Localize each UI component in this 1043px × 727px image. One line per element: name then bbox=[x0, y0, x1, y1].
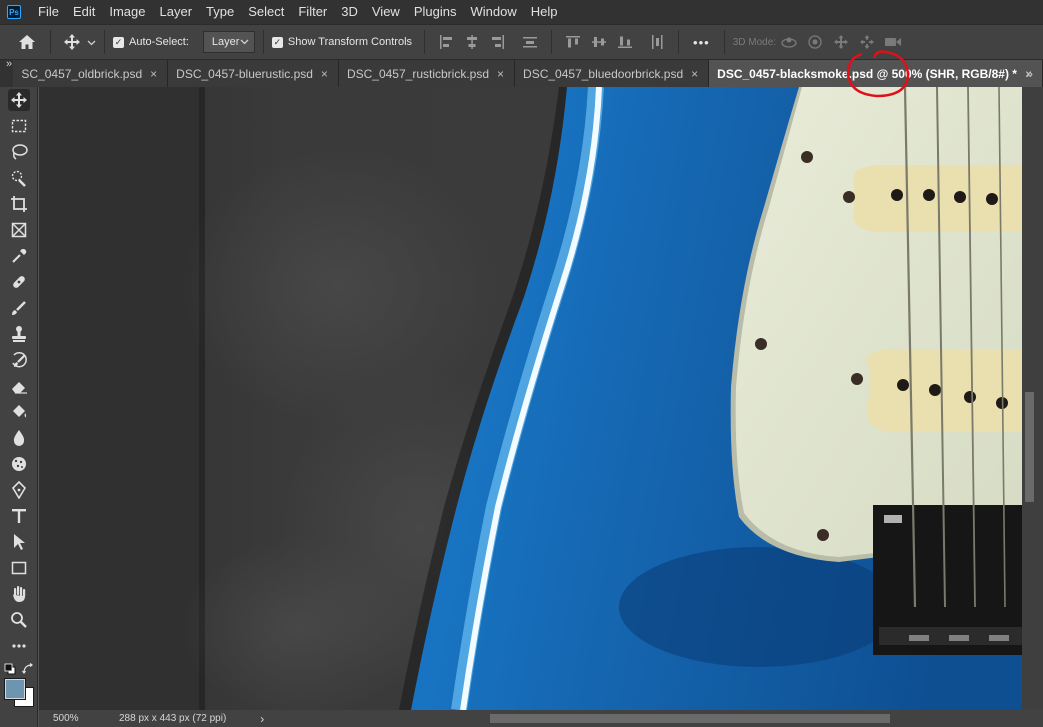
auto-select-label: Auto-Select: bbox=[129, 36, 189, 48]
sponge-tool-icon[interactable] bbox=[8, 453, 30, 475]
menu-file[interactable]: File bbox=[31, 0, 66, 24]
divider bbox=[723, 30, 725, 54]
show-transform-controls-label: Show Transform Controls bbox=[287, 36, 413, 48]
align-horizontal-center-icon[interactable] bbox=[459, 29, 485, 55]
default-colors-icon[interactable] bbox=[4, 663, 16, 675]
document-tab[interactable]: DSC_0457-bluerustic.psd × bbox=[168, 60, 339, 87]
vertical-scrollbar[interactable] bbox=[1022, 87, 1043, 710]
menu-bar: Ps File Edit Image Layer Type Select Fil… bbox=[0, 0, 1043, 24]
3d-mode-label: 3D Mode: bbox=[732, 36, 777, 48]
menu-plugins[interactable]: Plugins bbox=[407, 0, 464, 24]
distribute-vertical-icon[interactable] bbox=[517, 29, 543, 55]
horizontal-scrollbar[interactable] bbox=[320, 713, 1043, 724]
align-top-icon[interactable] bbox=[560, 29, 586, 55]
chevron-down-icon[interactable] bbox=[87, 35, 96, 49]
blur-tool-icon[interactable] bbox=[8, 427, 30, 449]
move-tool-preset-icon[interactable] bbox=[59, 29, 85, 55]
panel-collapse-area: » bbox=[0, 58, 13, 87]
menu-window[interactable]: Window bbox=[463, 0, 523, 24]
document-tab[interactable]: SC_0457_oldbrick.psd × bbox=[13, 60, 169, 87]
auto-select-target-dropdown[interactable]: Layer bbox=[202, 31, 255, 53]
divider bbox=[262, 30, 264, 54]
edit-toolbar-icon[interactable] bbox=[8, 635, 30, 657]
auto-select-checkbox[interactable]: ✓ bbox=[113, 36, 124, 48]
type-tool-icon[interactable] bbox=[8, 505, 30, 527]
zoom-tool-icon[interactable] bbox=[8, 609, 30, 631]
tabs-overflow-button[interactable]: » bbox=[1026, 60, 1033, 87]
divider bbox=[104, 30, 105, 54]
3d-roll-icon[interactable] bbox=[802, 29, 828, 55]
distribute-horizontal-icon[interactable] bbox=[644, 29, 670, 55]
marquee-tool-icon[interactable] bbox=[8, 115, 30, 137]
tools-panel bbox=[0, 87, 38, 727]
tab-label: DSC_0457_rusticbrick.psd bbox=[346, 66, 490, 81]
healing-brush-tool-icon[interactable] bbox=[8, 271, 30, 293]
show-transform-controls-checkbox[interactable]: ✓ bbox=[271, 36, 283, 48]
align-right-icon[interactable] bbox=[485, 29, 511, 55]
menu-select[interactable]: Select bbox=[241, 0, 291, 24]
hand-tool-icon[interactable] bbox=[8, 583, 30, 605]
document-tab[interactable]: DSC_0457_rusticbrick.psd × bbox=[338, 60, 516, 87]
brush-tool-icon[interactable] bbox=[8, 297, 30, 319]
menu-filter[interactable]: Filter bbox=[291, 0, 334, 24]
align-bottom-icon[interactable] bbox=[612, 29, 638, 55]
clone-stamp-tool-icon[interactable] bbox=[8, 323, 30, 345]
document-canvas[interactable] bbox=[39, 87, 1022, 710]
menu-view[interactable]: View bbox=[365, 0, 407, 24]
swap-colors-icon[interactable] bbox=[22, 663, 34, 675]
vertical-scroll-thumb[interactable] bbox=[1025, 392, 1034, 502]
path-selection-tool-icon[interactable] bbox=[8, 531, 30, 553]
tab-label: DSC_0457-bluerustic.psd bbox=[176, 66, 313, 81]
tab-label: DSC_0457_bluedoorbrick.psd bbox=[523, 66, 684, 81]
canvas-image bbox=[39, 87, 1022, 710]
menu-help[interactable]: Help bbox=[524, 0, 565, 24]
rectangle-tool-icon[interactable] bbox=[8, 557, 30, 579]
divider bbox=[678, 30, 680, 54]
tab-close-icon[interactable]: × bbox=[691, 67, 698, 81]
lasso-tool-icon[interactable] bbox=[8, 141, 30, 163]
document-tab[interactable]: DSC_0457_bluedoorbrick.psd × bbox=[515, 60, 710, 87]
align-left-icon[interactable] bbox=[433, 29, 459, 55]
eyedropper-tool-icon[interactable] bbox=[8, 245, 30, 267]
divider bbox=[424, 30, 426, 54]
divider bbox=[551, 30, 553, 54]
move-tool-icon[interactable] bbox=[8, 89, 30, 111]
tab-close-icon[interactable]: × bbox=[150, 67, 157, 81]
home-icon[interactable] bbox=[14, 29, 40, 55]
zoom-level[interactable]: 500% bbox=[53, 713, 105, 724]
paint-bucket-tool-icon[interactable] bbox=[8, 401, 30, 423]
eraser-tool-icon[interactable] bbox=[8, 375, 30, 397]
frame-tool-icon[interactable] bbox=[8, 219, 30, 241]
pen-tool-icon[interactable] bbox=[8, 479, 30, 501]
3d-orbit-icon[interactable] bbox=[776, 29, 802, 55]
align-vertical-center-icon[interactable] bbox=[586, 29, 612, 55]
collapse-panel-button[interactable]: » bbox=[6, 58, 12, 70]
menu-type[interactable]: Type bbox=[199, 0, 241, 24]
foreground-color-swatch[interactable] bbox=[4, 678, 26, 700]
tab-close-icon[interactable]: × bbox=[321, 67, 328, 81]
tab-close-icon[interactable]: × bbox=[497, 67, 504, 81]
menu-3d[interactable]: 3D bbox=[334, 0, 365, 24]
divider bbox=[50, 30, 51, 54]
status-bar: 500% 288 px x 443 px (72 ppi) › bbox=[39, 710, 1043, 727]
menu-image[interactable]: Image bbox=[102, 0, 152, 24]
menu-edit[interactable]: Edit bbox=[66, 0, 102, 24]
annotation-circle bbox=[846, 50, 910, 98]
chevron-down-icon bbox=[240, 39, 249, 45]
crop-tool-icon[interactable] bbox=[8, 193, 30, 215]
tab-label: SC_0457_oldbrick.psd bbox=[21, 66, 143, 81]
horizontal-scroll-thumb[interactable] bbox=[490, 714, 890, 723]
history-brush-tool-icon[interactable] bbox=[8, 349, 30, 371]
auto-select-target-value: Layer bbox=[211, 36, 240, 48]
menu-layer[interactable]: Layer bbox=[153, 0, 200, 24]
photoshop-logo-icon[interactable]: Ps bbox=[7, 5, 21, 19]
status-menu-arrow[interactable]: › bbox=[260, 712, 264, 726]
more-options-button[interactable]: ••• bbox=[687, 35, 716, 50]
quick-select-tool-icon[interactable] bbox=[8, 167, 30, 189]
document-info: 288 px x 443 px (72 ppi) bbox=[119, 713, 227, 724]
